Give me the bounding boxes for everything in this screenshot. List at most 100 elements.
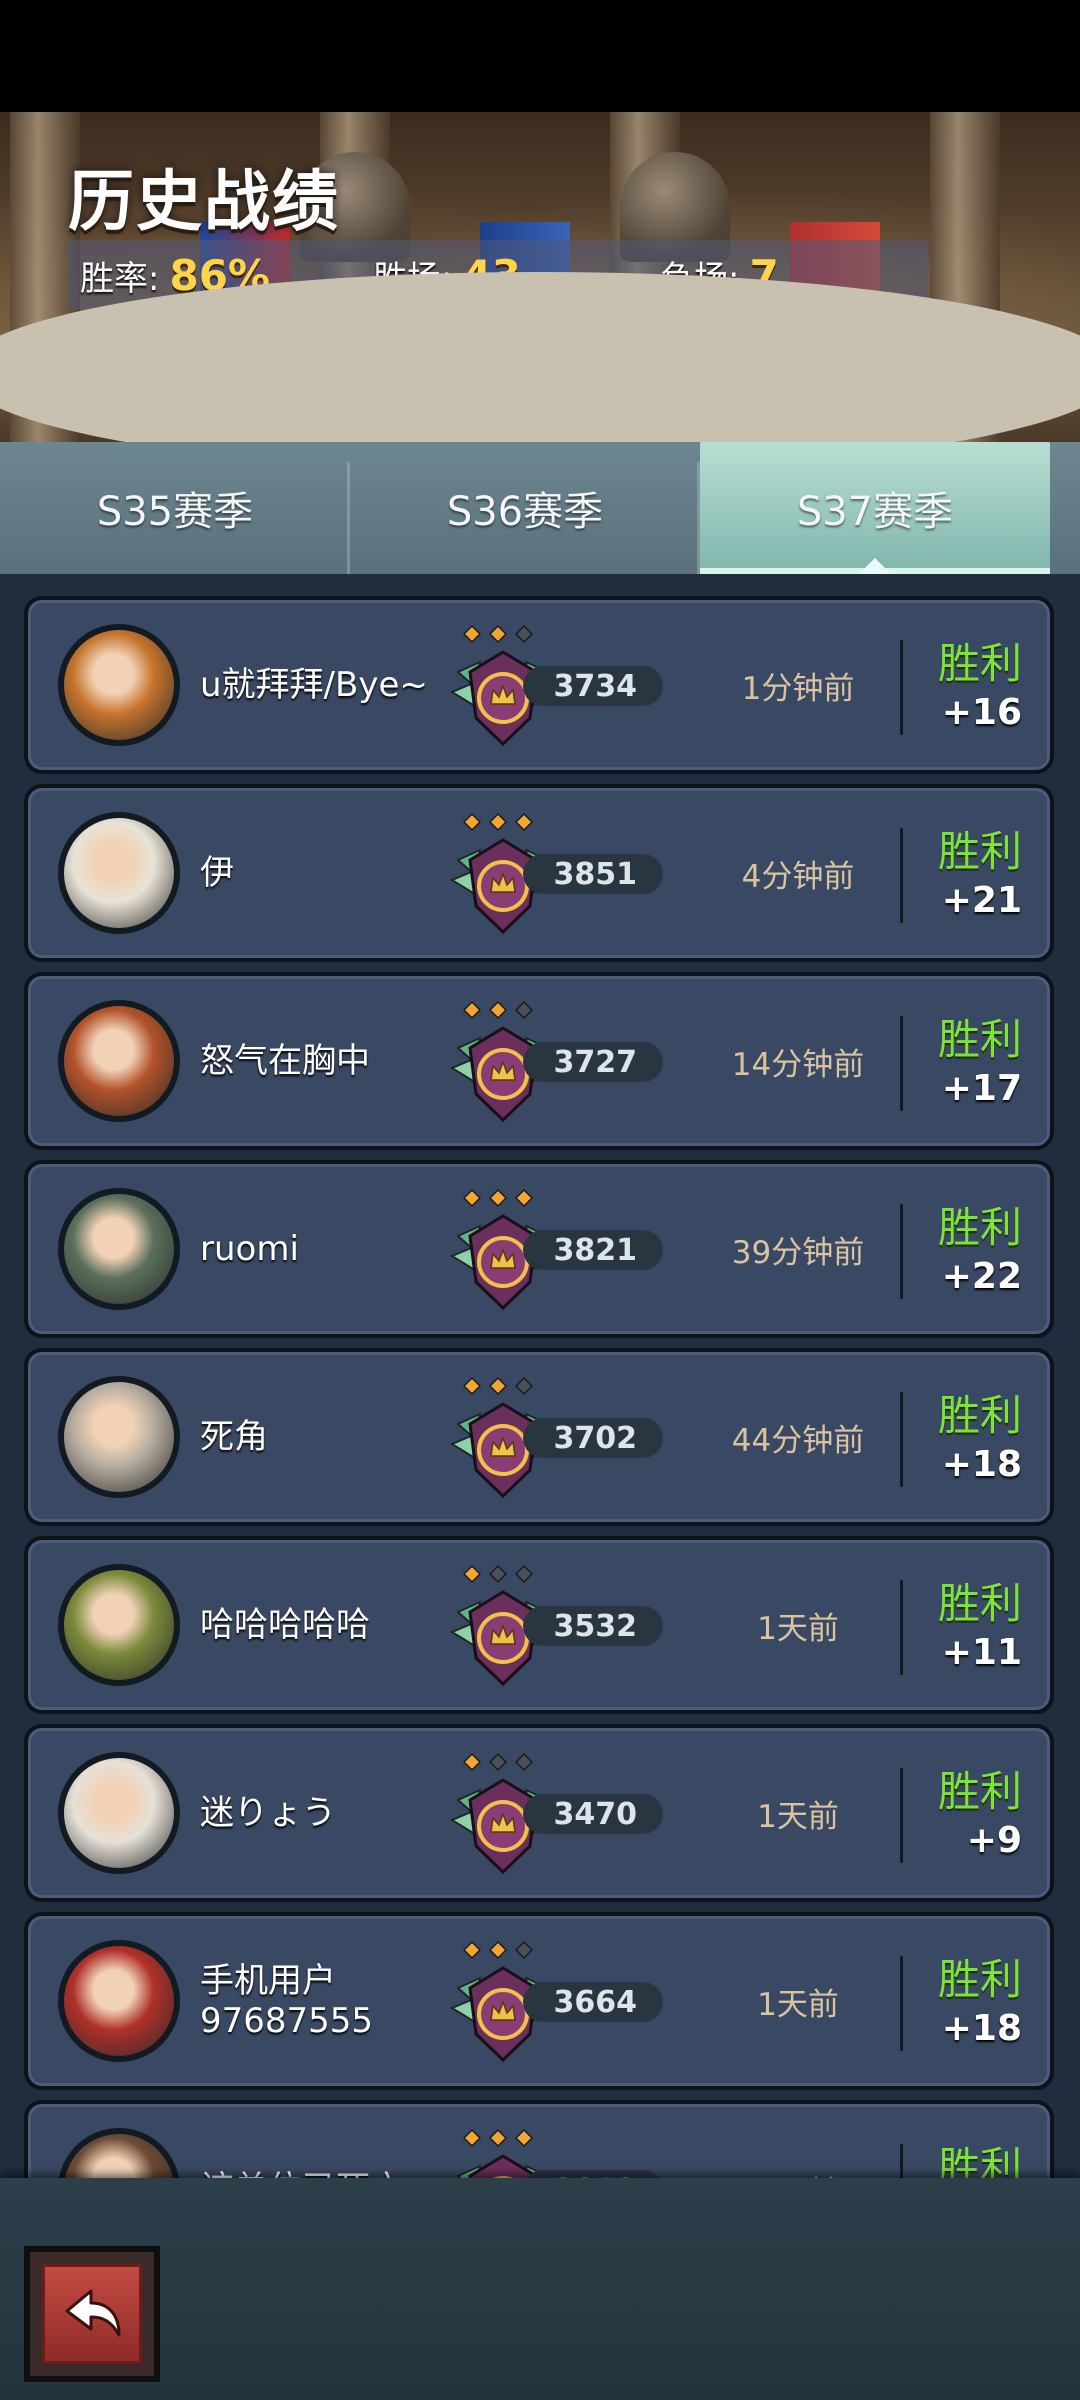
match-time: 39分钟前 <box>731 1234 865 1271</box>
rank-score: 3821 <box>523 1230 663 1270</box>
match-time: 1分钟前 <box>741 670 855 707</box>
match-time: 44分钟前 <box>731 1422 865 1459</box>
match-result: 胜利 <box>937 827 1022 876</box>
row-divider <box>900 1580 903 1675</box>
season-tabs: S35赛季 S36赛季 S37赛季 <box>0 442 1080 574</box>
tab-s37[interactable]: S37赛季 <box>700 442 1050 574</box>
rank-score: 3664 <box>523 1982 663 2022</box>
rank-score: 3734 <box>523 666 663 706</box>
player-name: u就拜拜/Bye~ <box>200 665 428 705</box>
star-filled-icon <box>462 1564 482 1584</box>
score-change: +22 <box>941 1256 1022 1297</box>
match-result: 胜利 <box>937 1015 1022 1064</box>
star-filled-icon <box>462 1752 482 1772</box>
row-divider <box>900 828 903 923</box>
row-divider <box>900 1016 903 1111</box>
match-row[interactable]: 怒气在胸中 3727 14分钟前 胜利 +17 <box>24 972 1054 1150</box>
avatar[interactable] <box>58 2128 180 2178</box>
row-divider <box>900 1204 903 1299</box>
star-filled-icon <box>462 624 482 644</box>
star-filled-icon <box>488 812 508 832</box>
match-row[interactable]: ruomi 3821 39分钟前 胜利 +22 <box>24 1160 1054 1338</box>
star-filled-icon <box>514 2128 534 2148</box>
star-empty-icon <box>488 1752 508 1772</box>
star-filled-icon <box>462 1000 482 1020</box>
match-row[interactable]: 迷りょう 3470 1天前 胜利 +9 <box>24 1724 1054 1902</box>
match-row[interactable]: 手机用户97687555 3664 1天前 胜利 +18 <box>24 1912 1054 2090</box>
match-row[interactable]: 伊 3851 4分钟前 胜利 +21 <box>24 784 1054 962</box>
star-filled-icon <box>488 1188 508 1208</box>
match-result: 胜利 <box>937 1767 1022 1816</box>
star-empty-icon <box>488 1564 508 1584</box>
rank-score: 3702 <box>523 1418 663 1458</box>
star-empty-icon <box>514 1564 534 1584</box>
avatar[interactable] <box>58 1000 180 1122</box>
match-result: 胜利 <box>937 639 1022 688</box>
bottom-bar <box>0 2178 1080 2400</box>
star-empty-icon <box>514 624 534 644</box>
match-row[interactable]: 哈哈哈哈哈 3532 1天前 胜利 +11 <box>24 1536 1054 1714</box>
star-filled-icon <box>514 1188 534 1208</box>
back-arrow-icon <box>65 2289 121 2337</box>
rank-score: 3727 <box>523 1042 663 1082</box>
star-empty-icon <box>514 1376 534 1396</box>
match-time: 1天前 <box>757 1986 839 2023</box>
star-empty-icon <box>514 1000 534 1020</box>
tab-s36[interactable]: S36赛季 <box>350 442 700 574</box>
star-filled-icon <box>462 1940 482 1960</box>
star-filled-icon <box>462 1376 482 1396</box>
match-row[interactable]: 该单位已死亡 3813 1天前 胜利 +36 <box>24 2100 1054 2178</box>
player-name: 手机用户97687555 <box>200 1961 374 2041</box>
tab-s35[interactable]: S35赛季 <box>0 442 350 574</box>
page-title: 历史战绩 <box>68 163 340 240</box>
avatar[interactable] <box>58 1376 180 1498</box>
star-filled-icon <box>462 1188 482 1208</box>
score-change: +18 <box>941 2008 1022 2049</box>
player-name: ruomi <box>200 1229 299 1269</box>
player-name: 死角 <box>200 1417 268 1457</box>
score-change: +9 <box>966 1820 1022 1861</box>
avatar[interactable] <box>58 1188 180 1310</box>
match-time: 1天前 <box>757 1798 839 1835</box>
avatar[interactable] <box>58 812 180 934</box>
match-time: 1天前 <box>757 1610 839 1647</box>
match-row[interactable]: 死角 3702 44分钟前 胜利 +18 <box>24 1348 1054 1526</box>
star-filled-icon <box>488 2128 508 2148</box>
avatar[interactable] <box>58 1752 180 1874</box>
back-button-face <box>42 2264 142 2364</box>
star-filled-icon <box>488 1940 508 1960</box>
star-empty-icon <box>514 1752 534 1772</box>
match-result: 胜利 <box>937 1203 1022 1252</box>
player-name: 哈哈哈哈哈 <box>200 1605 370 1645</box>
star-filled-icon <box>488 624 508 644</box>
star-filled-icon <box>462 2128 482 2148</box>
back-button[interactable] <box>24 2246 160 2382</box>
star-empty-icon <box>514 1940 534 1960</box>
match-result: 胜利 <box>937 1579 1022 1628</box>
player-name: 该单位已死亡 <box>200 2104 480 2178</box>
rank-score: 3470 <box>523 1794 663 1834</box>
player-name: 迷りょう <box>200 1793 336 1833</box>
player-name: 伊 <box>200 853 234 893</box>
active-tab-indicator <box>859 558 891 574</box>
avatar[interactable] <box>58 1940 180 2062</box>
match-history-list[interactable]: u就拜拜/Bye~ 3734 1分钟前 胜利 +16 伊 3851 4分钟前 胜… <box>0 574 1080 2178</box>
row-divider <box>900 1956 903 2051</box>
score-change: +11 <box>941 1632 1022 1673</box>
tab-label: S37赛季 <box>796 489 954 535</box>
rank-score: 3851 <box>523 854 663 894</box>
match-row[interactable]: u就拜拜/Bye~ 3734 1分钟前 胜利 +16 <box>24 596 1054 774</box>
star-filled-icon <box>488 1376 508 1396</box>
star-filled-icon <box>514 812 534 832</box>
row-divider <box>900 1392 903 1487</box>
match-result: 胜利 <box>937 1391 1022 1440</box>
score-change: +17 <box>941 1068 1022 1109</box>
match-time: 4分钟前 <box>741 858 855 895</box>
avatar[interactable] <box>58 1564 180 1686</box>
avatar[interactable] <box>58 624 180 746</box>
match-time: 1天前 <box>688 2104 908 2179</box>
star-filled-icon <box>462 812 482 832</box>
rank-score: 3813 <box>523 2170 663 2178</box>
rank-score: 3532 <box>523 1606 663 1646</box>
score-change: +18 <box>941 1444 1022 1485</box>
